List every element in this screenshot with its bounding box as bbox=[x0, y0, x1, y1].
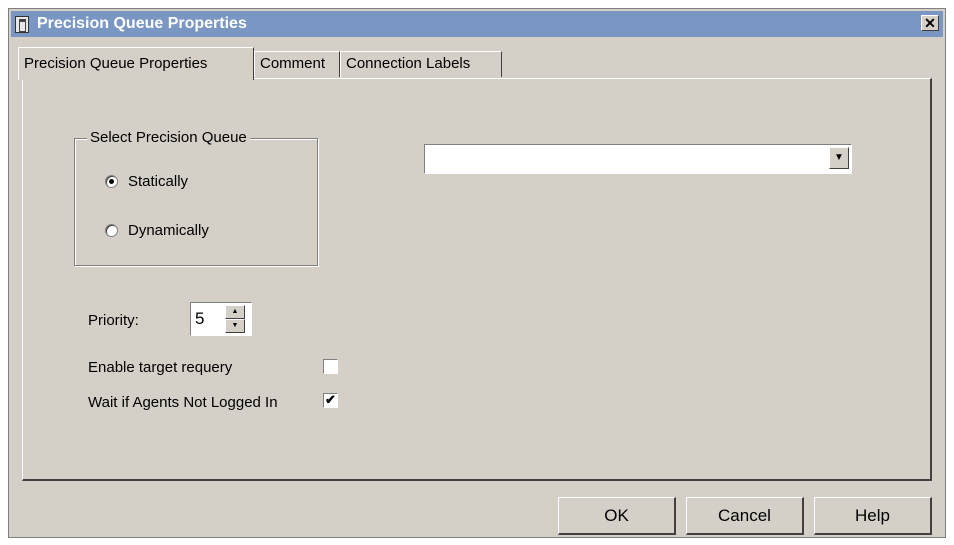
dropdown-arrow-icon[interactable]: ▼ bbox=[829, 147, 849, 169]
group-legend: Select Precision Queue bbox=[87, 129, 250, 146]
select-precision-queue-group: Select Precision Queue Statically Dynami… bbox=[74, 129, 318, 266]
ok-label: OK bbox=[604, 506, 629, 525]
tab-label: Comment bbox=[260, 55, 326, 72]
cancel-button[interactable]: Cancel bbox=[686, 497, 804, 535]
radio-button[interactable] bbox=[105, 224, 118, 237]
wait-if-agents-label: Wait if Agents Not Logged In bbox=[88, 394, 278, 411]
radio-label: Dynamically bbox=[128, 222, 209, 239]
priority-value[interactable]: 5 bbox=[195, 309, 204, 329]
tab-connection-labels[interactable]: Connection Labels bbox=[340, 51, 502, 77]
title-bar[interactable]: Precision Queue Properties ✕ bbox=[11, 11, 943, 37]
window-title: Precision Queue Properties bbox=[37, 15, 247, 32]
close-button[interactable]: ✕ bbox=[921, 15, 939, 31]
radio-label: Statically bbox=[128, 173, 189, 190]
ok-button[interactable]: OK bbox=[558, 497, 676, 535]
wait-if-agents-checkbox[interactable]: ✔ bbox=[323, 393, 338, 408]
tab-comment[interactable]: Comment bbox=[254, 51, 340, 77]
cancel-label: Cancel bbox=[718, 506, 771, 525]
priority-label: Priority: bbox=[88, 312, 139, 329]
priority-spinner[interactable]: 5 ▲ ▼ bbox=[190, 302, 252, 336]
enable-target-requery-checkbox[interactable] bbox=[323, 359, 338, 374]
tab-precision-queue-properties[interactable]: Precision Queue Properties bbox=[18, 47, 254, 80]
precision-queue-select[interactable]: ▼ bbox=[424, 144, 852, 174]
tab-label: Connection Labels bbox=[346, 55, 471, 72]
tab-label: Precision Queue Properties bbox=[24, 55, 208, 72]
close-icon: ✕ bbox=[924, 15, 936, 31]
radio-button-checked[interactable] bbox=[105, 175, 118, 188]
radio-statically[interactable]: Statically bbox=[105, 173, 188, 190]
checkmark-icon: ✔ bbox=[325, 392, 336, 407]
spin-up-icon[interactable]: ▲ bbox=[225, 305, 245, 319]
radio-dynamically[interactable]: Dynamically bbox=[105, 222, 209, 239]
enable-target-requery-label: Enable target requery bbox=[88, 359, 233, 376]
spin-down-icon[interactable]: ▼ bbox=[225, 319, 245, 333]
help-label: Help bbox=[855, 506, 890, 525]
help-button[interactable]: Help bbox=[814, 497, 932, 535]
app-icon bbox=[15, 16, 29, 33]
